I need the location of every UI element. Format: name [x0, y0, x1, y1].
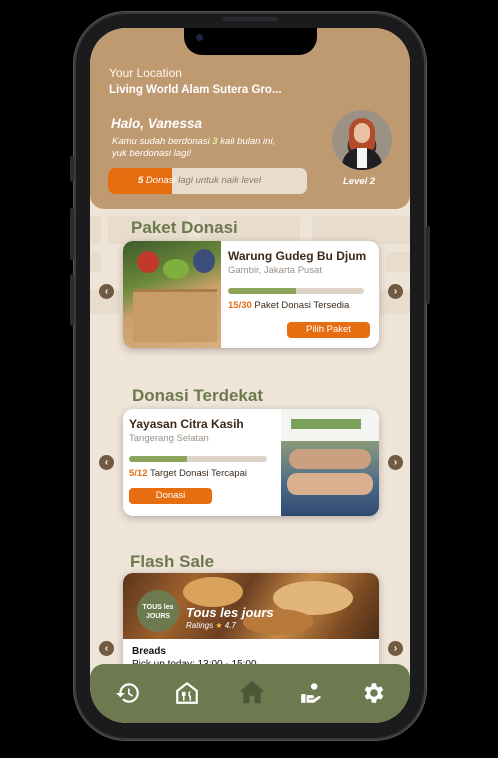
chevron-left-icon[interactable]: ‹	[99, 455, 114, 470]
brick	[90, 216, 102, 244]
mute-switch	[70, 156, 74, 182]
camera-lens	[196, 34, 203, 41]
terdekat-count-text: Target Donasi Tercapai	[147, 468, 247, 479]
progress-rest: lagi untuk naik level	[175, 175, 262, 186]
terdekat-progress-bar	[129, 456, 267, 462]
terdekat-card[interactable]: Yayasan Citra Kasih Tangerang Selatan 5/…	[123, 409, 379, 516]
level-progress-text: 5 Donasi lagi untuk naik level	[138, 175, 261, 186]
paket-progress-bar	[228, 288, 364, 294]
section-title-terdekat: Donasi Terdekat	[132, 386, 264, 405]
avatar-face	[354, 123, 370, 143]
summary-text-b: kali bulan ini,	[217, 136, 276, 147]
summary-text-c: yuk berdonasi lagi!	[112, 148, 192, 159]
avatar-shirt	[357, 148, 367, 168]
volume-up-button	[70, 208, 74, 260]
vegetable-shape	[163, 259, 189, 279]
paket-location: Gambir, Jakarta Pusat	[228, 265, 322, 276]
chevron-right-icon[interactable]: ›	[388, 455, 403, 470]
paket-count: 15/30 Paket Donasi Tersedia	[228, 300, 349, 311]
chevron-left-icon[interactable]: ‹	[99, 284, 114, 299]
people-row-shape	[289, 449, 371, 469]
pastry-shape	[183, 577, 243, 607]
brick	[312, 216, 410, 244]
chevron-right-icon[interactable]: ›	[388, 641, 403, 656]
location-label: Your Location	[109, 66, 182, 80]
section-title-paket: Paket Donasi	[131, 218, 238, 237]
summary-text-a: Kamu sudah berdonasi	[112, 136, 213, 147]
donate-hand-icon[interactable]	[299, 680, 325, 706]
terdekat-count: 5/12 Target Donasi Tercapai	[129, 468, 247, 479]
terdekat-location: Tangerang Selatan	[129, 433, 209, 444]
app-screen: Your Location Living World Alam Sutera G…	[90, 28, 410, 723]
flash-item-title: Breads	[132, 646, 166, 657]
logo-text: JOURS	[145, 613, 171, 620]
group-photo-image	[281, 409, 379, 516]
donasi-button[interactable]: Donasi	[129, 488, 212, 504]
paket-count-text: Paket Donasi Tersedia	[251, 300, 350, 311]
paket-progress-fill	[228, 288, 296, 294]
volume-down-button	[70, 274, 74, 326]
location-value[interactable]: Living World Alam Sutera Gro...	[109, 84, 282, 96]
star-icon: ★	[215, 621, 223, 630]
terdekat-count-number: 5/12	[129, 468, 148, 479]
section-title-flash: Flash Sale	[130, 552, 215, 571]
restaurant-icon[interactable]	[174, 680, 200, 706]
settings-icon[interactable]	[360, 680, 386, 706]
food-box-image	[123, 241, 221, 348]
people-row-shape	[287, 473, 373, 495]
pilih-paket-button[interactable]: Pilih Paket	[287, 322, 370, 338]
rating-value: 4.7	[224, 621, 236, 630]
history-icon[interactable]	[115, 680, 141, 706]
terdekat-title: Yayasan Citra Kasih	[129, 417, 244, 431]
level-progress-bar: 5 Donasi lagi untuk naik level	[108, 168, 307, 194]
tomato-shape	[137, 251, 159, 273]
paket-title: Warung Gudeg Bu Djum	[228, 249, 367, 263]
brick	[90, 252, 102, 272]
logo-text: TOUS les	[142, 604, 174, 611]
brand-logo: TOUS les JOURS	[137, 590, 179, 632]
terdekat-progress-fill	[129, 456, 187, 462]
paket-count-number: 15/30	[228, 300, 252, 311]
paket-card[interactable]: Warung Gudeg Bu Djum Gambir, Jakarta Pus…	[123, 241, 379, 348]
donation-summary: Kamu sudah berdonasi 3 kali bulan ini, y…	[112, 136, 302, 160]
camera-notch	[184, 28, 317, 55]
chevron-right-icon[interactable]: ›	[388, 284, 403, 299]
progress-word: Donasi	[143, 175, 176, 186]
speaker-grille	[222, 17, 278, 21]
home-icon[interactable]	[237, 677, 267, 707]
ratings-label: Ratings	[186, 621, 214, 630]
banner-shape	[291, 419, 361, 429]
bottom-nav	[90, 664, 410, 723]
greeting-title: Halo, Vanessa	[111, 116, 203, 131]
cardboard-box-shape	[133, 289, 217, 342]
profile-header: Your Location Living World Alam Sutera G…	[90, 28, 410, 209]
eggplant-shape	[193, 249, 215, 273]
brick	[386, 252, 410, 272]
power-button	[426, 226, 430, 304]
brand-name: Tous les jours	[186, 605, 274, 620]
ratings: Ratings ★ 4.7	[186, 621, 236, 630]
avatar[interactable]	[332, 110, 392, 170]
chevron-left-icon[interactable]: ‹	[99, 641, 114, 656]
level-badge: Level 2	[343, 176, 376, 187]
